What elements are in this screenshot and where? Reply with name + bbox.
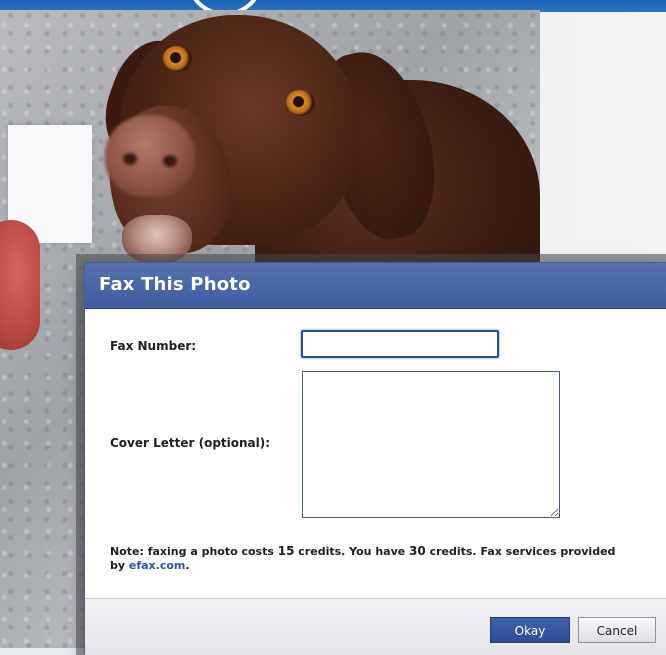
dialog-titlebar: Fax This Photo <box>85 263 666 309</box>
dog-nostril-left <box>123 153 137 165</box>
dog-eye-right <box>285 90 315 116</box>
cover-letter-textarea[interactable] <box>302 371 560 518</box>
note-prefix: Note: faxing a photo costs <box>110 545 278 558</box>
dialog-title: Fax This Photo <box>99 274 251 295</box>
cover-letter-label: Cover Letter (optional): <box>110 436 271 450</box>
efax-link[interactable]: efax.com <box>129 559 185 572</box>
photo-hand <box>0 220 40 350</box>
dialog-button-bar: Okay Cancel <box>85 598 666 655</box>
dog-nostril-right <box>163 155 177 167</box>
cancel-button[interactable]: Cancel <box>578 617 656 643</box>
dog-mouth <box>122 215 192 265</box>
dog-nose <box>105 115 195 197</box>
fax-photo-dialog: Fax This Photo Fax Number: Cover Letter … <box>84 262 666 655</box>
fax-number-input[interactable] <box>301 330 499 358</box>
fax-number-label: Fax Number: <box>110 339 197 353</box>
credits-note: Note: faxing a photo costs 15 credits. Y… <box>110 544 630 573</box>
okay-button[interactable]: Okay <box>490 617 570 643</box>
note-end: . <box>185 559 190 572</box>
note-balance: 30 <box>409 544 426 558</box>
note-cost: 15 <box>277 544 295 558</box>
dog-eye-left <box>162 46 192 72</box>
note-middle: credits. You have <box>294 545 410 558</box>
